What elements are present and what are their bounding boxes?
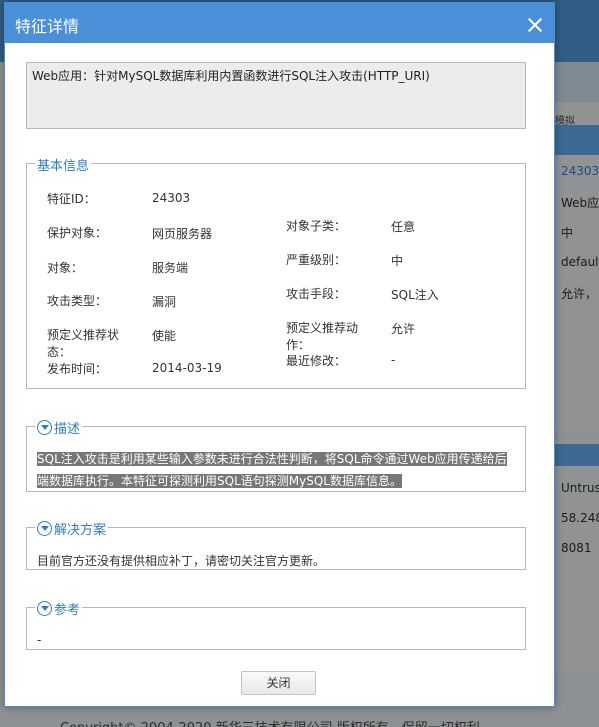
attack-type-label: 攻击类型： <box>47 294 108 308</box>
feature-summary-box: Web应用：针对MySQL数据库利用内置函数进行SQL注入攻击(HTTP_URI… <box>26 62 526 129</box>
description-legend-text: 描述 <box>54 422 81 437</box>
severity-value: 中 <box>391 254 404 268</box>
reference-legend[interactable]: 参考 <box>35 599 83 618</box>
reference-text: - <box>37 633 42 647</box>
description-legend[interactable]: 描述 <box>35 418 83 437</box>
preset-state-label: 预定义推荐状 <box>47 328 120 342</box>
sub-type-value: 任意 <box>391 220 416 234</box>
feature-id-label: 特征ID： <box>47 192 96 206</box>
severity-label: 严重级别： <box>286 253 347 267</box>
last-modified-label: 最近修改： <box>286 354 347 368</box>
collapse-icon[interactable] <box>37 420 52 435</box>
preset-state-label-cont: 态： <box>47 345 72 359</box>
solution-legend-text: 解决方案 <box>54 523 107 538</box>
description-line: SQL注入攻击是利用某些输入参数未进行合法性判断，将SQL命令通过Web应用传递… <box>37 452 507 466</box>
background-value: 58.248 <box>561 511 599 525</box>
collapse-icon[interactable] <box>37 601 52 616</box>
description-section: 描述 SQL注入攻击是利用某些输入参数未进行合法性判断，将SQL命令通过Web应… <box>26 418 526 492</box>
collapse-icon[interactable] <box>37 521 52 536</box>
background-value: 8081 <box>561 541 592 555</box>
solution-section: 解决方案 目前官方还没有提供相应补丁，请密切关注官方更新。 <box>26 519 526 570</box>
background-value: Web应 <box>561 196 599 210</box>
object-value: 服务端 <box>152 261 189 275</box>
background-detail-panel-2 <box>555 440 599 670</box>
background-value: 中 <box>561 226 574 240</box>
attack-type-value: 漏洞 <box>152 295 177 309</box>
basic-info-legend-text: 基本信息 <box>37 159 90 174</box>
attack-method-label: 攻击手段： <box>286 287 347 301</box>
dialog-titlebar: 特征详情 <box>5 3 554 43</box>
copyright-text: Copyright© 2004-2020 新华三技术有限公司 版权所有，保留一切… <box>60 717 480 727</box>
publish-time-label: 发布时间： <box>47 362 108 376</box>
solution-text: 目前官方还没有提供相应补丁，请密切关注官方更新。 <box>37 554 326 568</box>
preset-action-label-cont: 作： <box>286 338 311 352</box>
background-panel-header <box>555 125 599 155</box>
publish-time-value: 2014-03-19 <box>152 361 222 375</box>
background-value: 24303 <box>561 164 599 178</box>
protect-target-label: 保护对象： <box>47 226 108 240</box>
basic-info-section: 基本信息 特征ID： 24303 保护对象： 网页服务器 对象子类： 任意 对象… <box>26 155 526 389</box>
basic-info-legend: 基本信息 <box>35 155 92 174</box>
preset-state-value: 使能 <box>152 329 177 343</box>
description-line: 端数据库执行。本特征可探测利用SQL语句探测MySQL数据库信息。 <box>37 474 402 488</box>
attack-method-value: SQL注入 <box>391 288 439 302</box>
reference-section: 参考 - <box>26 599 526 650</box>
description-text: SQL注入攻击是利用某些输入参数未进行合法性判断，将SQL命令通过Web应用传递… <box>37 448 507 492</box>
background-value: default <box>561 255 599 269</box>
last-modified-value: - <box>391 353 396 367</box>
feature-id-value: 24303 <box>152 191 191 205</box>
protect-target-value: 网页服务器 <box>152 227 213 241</box>
background-toolbar <box>555 62 599 102</box>
preset-action-label: 预定义推荐动 <box>286 321 359 335</box>
object-label: 对象： <box>47 261 84 275</box>
close-button[interactable]: 关闭 <box>241 671 316 695</box>
background-tab: 模拟 <box>555 116 575 127</box>
feature-summary-text: Web应用：针对MySQL数据库利用内置函数进行SQL注入攻击(HTTP_URI… <box>32 69 430 83</box>
preset-action-value: 允许 <box>391 322 416 336</box>
background-value: Untrus <box>561 481 599 495</box>
solution-legend[interactable]: 解决方案 <box>35 519 109 538</box>
feature-detail-dialog: 特征详情 Web应用：针对MySQL数据库利用内置函数进行SQL注入攻击(HTT… <box>4 2 555 707</box>
background-panel-header-2 <box>555 444 599 466</box>
close-icon[interactable] <box>528 18 542 32</box>
reference-legend-text: 参考 <box>54 603 81 618</box>
sub-type-label: 对象子类： <box>286 219 347 233</box>
background-value: 允许， <box>561 287 598 301</box>
dialog-title: 特征详情 <box>15 17 80 36</box>
